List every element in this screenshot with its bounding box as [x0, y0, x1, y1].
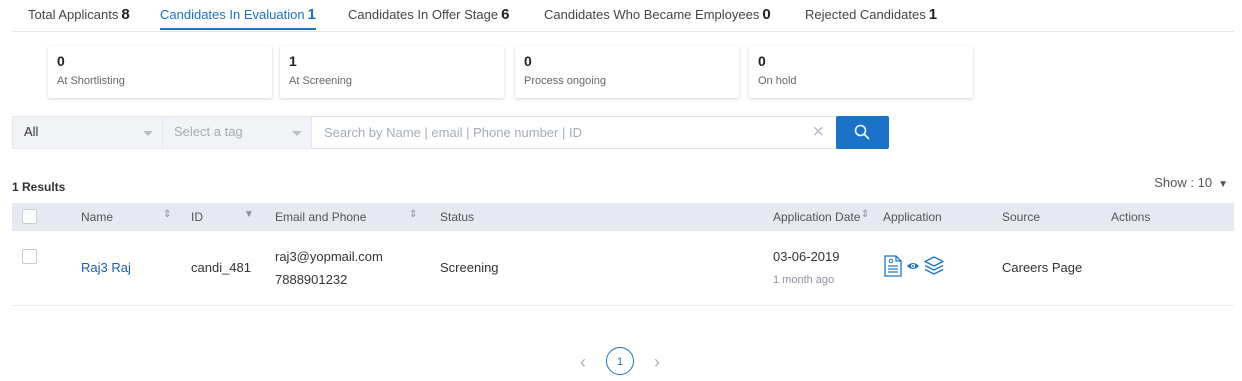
tab-count: 1 [307, 6, 316, 23]
card-value: 0 [758, 53, 766, 69]
header-name[interactable]: Name [81, 210, 113, 224]
table-row: Raj3 Raj candi_481 raj3@yopmail.com 7888… [12, 232, 1234, 306]
chevron-right-icon[interactable]: › [654, 352, 660, 372]
tab-rejected-candidates[interactable]: Rejected Candidates 1 [805, 6, 937, 23]
chevron-down-icon [292, 131, 302, 136]
tab-candidates-in-offer-stage[interactable]: Candidates In Offer Stage 6 [348, 6, 509, 23]
header-application: Application [883, 210, 942, 224]
candidate-id: candi_481 [191, 260, 251, 275]
eye-icon[interactable] [906, 261, 920, 271]
tab-label: Candidates In Evaluation [160, 7, 305, 22]
card-value: 1 [289, 53, 297, 69]
search-button[interactable] [836, 116, 889, 149]
tab-count: 8 [121, 6, 130, 23]
card-label: On hold [758, 75, 797, 87]
candidate-email: raj3@yopmail.com [275, 249, 383, 264]
candidate-source: Careers Page [1002, 260, 1083, 275]
table-header: Name ⇕ ID ▼ Email and Phone ⇕ Status App… [12, 203, 1234, 231]
application-date-relative: 1 month ago [773, 274, 835, 286]
search-input[interactable] [312, 117, 792, 148]
tab-count: 6 [501, 6, 510, 23]
sort-icon[interactable]: ⇕ [163, 209, 171, 220]
page-size-select[interactable]: Show : 10 ▼ [1154, 175, 1228, 190]
card-label: Process ongoing [524, 75, 606, 87]
search-icon [854, 124, 870, 140]
tab-label: Candidates In Offer Stage [348, 7, 499, 22]
card-at-shortlisting[interactable]: 0 At Shortlisting [48, 46, 272, 98]
header-actions: Actions [1111, 210, 1151, 224]
header-application-date[interactable]: Application Date [773, 210, 860, 224]
tab-candidates-in-evaluation[interactable]: Candidates In Evaluation 1 [160, 6, 316, 30]
tab-total-applicants[interactable]: Total Applicants 8 [28, 6, 130, 23]
page-1-button[interactable]: 1 [606, 347, 634, 375]
sort-icon[interactable]: ⇕ [861, 209, 869, 220]
tab-became-employees[interactable]: Candidates Who Became Employees 0 [544, 6, 771, 23]
status-select[interactable]: All [12, 116, 164, 149]
tag-select-placeholder: Select a tag [174, 124, 243, 139]
sort-icon[interactable]: ⇕ [409, 209, 417, 220]
tag-select[interactable]: Select a tag [162, 116, 313, 149]
page-size-label: Show : [1154, 175, 1198, 190]
chevron-left-icon[interactable]: ‹ [580, 352, 586, 372]
stage-tabs: Total Applicants 8 Candidates In Evaluati… [12, 0, 1234, 32]
card-on-hold[interactable]: 0 On hold [749, 46, 973, 98]
card-label: At Shortlisting [57, 75, 125, 87]
application-date: 03-06-2019 [773, 249, 840, 264]
filter-icon[interactable]: ▼ [244, 209, 254, 220]
card-process-ongoing[interactable]: 0 Process ongoing [515, 46, 739, 98]
tab-label: Rejected Candidates [805, 7, 926, 22]
search-box: × [311, 116, 837, 149]
chevron-down-icon: ▼ [1218, 179, 1228, 190]
tab-count: 1 [928, 6, 938, 23]
header-source: Source [1002, 210, 1041, 224]
page-size-value: 10 [1197, 175, 1213, 190]
layers-icon[interactable] [924, 256, 944, 275]
header-status: Status [440, 210, 475, 224]
tab-count: 0 [762, 6, 771, 23]
header-id[interactable]: ID [191, 210, 203, 224]
status-select-value: All [24, 124, 39, 139]
close-icon[interactable]: × [812, 122, 824, 142]
card-label: At Screening [289, 75, 352, 87]
candidate-status: Screening [440, 260, 499, 275]
select-all-checkbox[interactable] [22, 209, 37, 224]
candidate-phone: 7888901232 [275, 272, 348, 287]
header-email-phone[interactable]: Email and Phone [275, 210, 366, 224]
resume-icon[interactable] [884, 255, 902, 277]
chevron-down-icon [143, 131, 153, 136]
card-at-screening[interactable]: 1 At Screening [280, 46, 504, 98]
row-checkbox[interactable] [22, 249, 37, 264]
candidate-name-link[interactable]: Raj3 Raj [81, 260, 131, 275]
card-value: 0 [57, 53, 65, 69]
tab-label: Total Applicants [28, 7, 119, 22]
card-value: 0 [524, 53, 532, 69]
results-count: 1 Results [12, 180, 66, 194]
tab-label: Candidates Who Became Employees [544, 7, 760, 22]
